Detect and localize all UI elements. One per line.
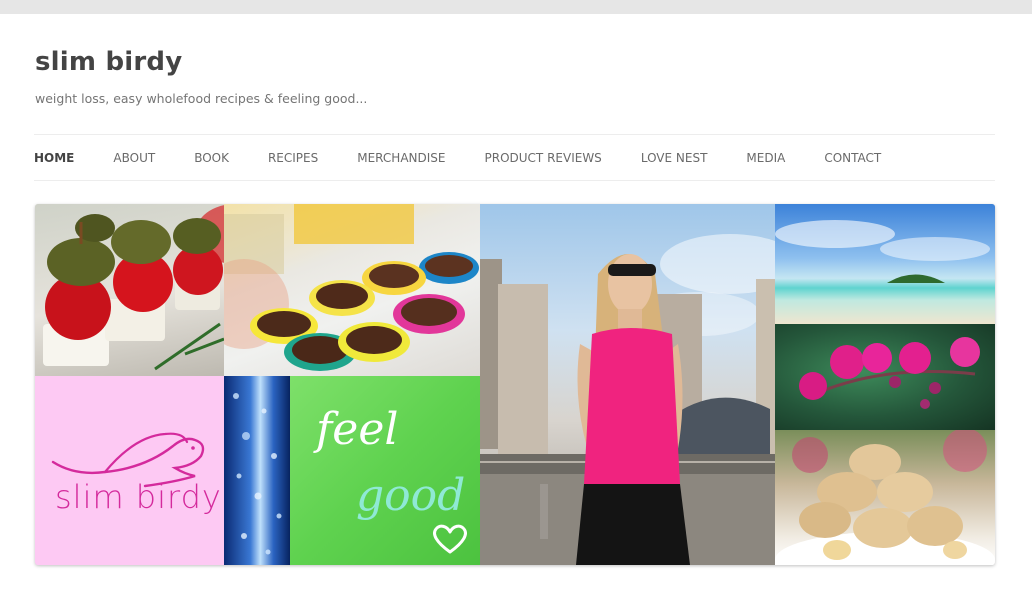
site-title[interactable]: slim birdy [35,47,182,77]
slim-birdy-logo-tile: slim birdy [35,376,224,565]
heart-icon [433,524,467,554]
feel-good-tile: feel good [290,376,480,565]
photo-chocolate-cups [224,204,480,376]
nav-item-book[interactable]: BOOK [194,151,229,165]
logo-text: slim birdy [55,478,222,516]
nav-item-merchandise[interactable]: MERCHANDISE [357,151,445,165]
photo-appetizer-skewers [35,204,224,376]
nav-item-love-nest[interactable]: LOVE NEST [641,151,708,165]
page: slim birdy weight loss, easy wholefood r… [0,14,1032,597]
nav-item-home[interactable]: HOME [34,151,74,165]
nav-item-contact[interactable]: CONTACT [824,151,881,165]
photo-pink-flowers [775,324,995,430]
bird-outline-icon [51,432,205,488]
photo-water-bubbles [224,376,290,565]
header-banner-collage[interactable]: slim birdy feel good [35,204,995,565]
main-nav: HOME ABOUT BOOK RECIPES MERCHANDISE PROD… [34,134,995,181]
nav-item-about[interactable]: ABOUT [113,151,155,165]
photo-tropical-island [775,204,995,324]
nav-item-recipes[interactable]: RECIPES [268,151,318,165]
photo-woman-pink-top [480,204,775,565]
photo-coconut-cookies [775,430,995,565]
nav-item-product-reviews[interactable]: PRODUCT REVIEWS [485,151,602,165]
good-text: good [356,470,466,521]
nav-item-media[interactable]: MEDIA [746,151,785,165]
feel-text: feel [316,404,399,455]
site-tagline: weight loss, easy wholefood recipes & fe… [35,91,368,106]
